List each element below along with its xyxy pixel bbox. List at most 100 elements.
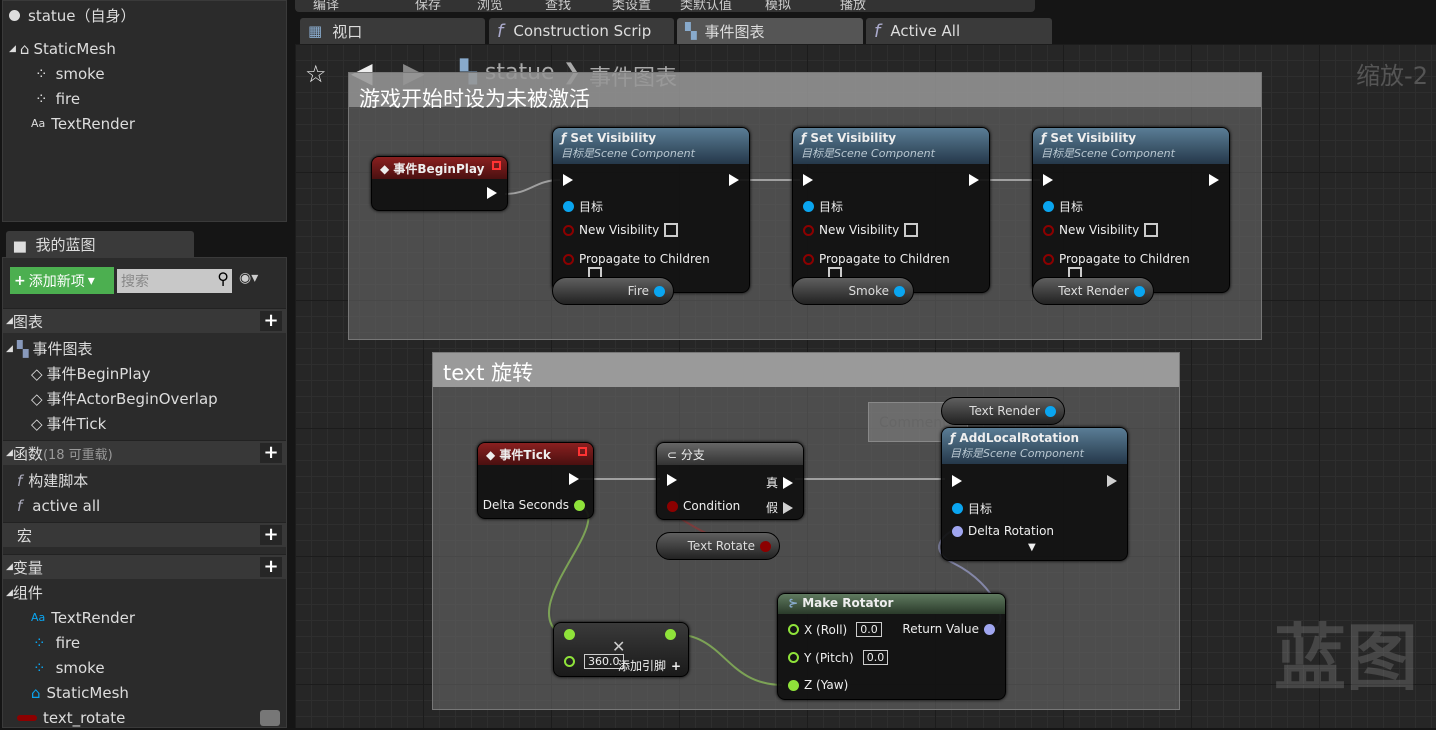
component-var-node[interactable]: Fire [552, 277, 674, 305]
y-pitch-pin[interactable]: Y (Pitch) 0.0 [788, 650, 889, 665]
add-function-button[interactable]: + [260, 443, 282, 463]
item-event[interactable]: ◇ 事件BeginPlay [3, 361, 286, 386]
component-root[interactable]: statue（自身） [3, 3, 286, 28]
y-pitch-input[interactable]: 0.0 [862, 650, 889, 665]
item-function[interactable]: f active all [3, 493, 286, 518]
delegate-pin[interactable] [492, 161, 501, 170]
add-macro-button[interactable]: + [260, 525, 282, 545]
variable-item[interactable]: ⁘ fire [3, 630, 286, 655]
set-visibility-node[interactable]: ƒ Set Visibility 目标是Scene Component 目标 Ne… [552, 127, 750, 293]
variable-item[interactable]: text_rotate [3, 705, 286, 730]
simulate-button[interactable]: 模拟 [765, 0, 791, 13]
make-rotator-node[interactable]: ⊱ Make Rotator X (Roll) 0.0 Y (Pitch) 0.0 … [777, 593, 1006, 700]
multiply-node[interactable]: 360.0 ✕ 添加引脚 + [553, 622, 689, 677]
class-defaults-button[interactable]: 类默认值 [680, 0, 732, 13]
class-settings-button[interactable]: 类设置 [612, 0, 651, 13]
tab-construction-script[interactable]: f Construction Scrip [489, 18, 674, 44]
x-roll-pin[interactable]: X (Roll) 0.0 [788, 622, 882, 637]
exec-out-pin[interactable] [487, 187, 497, 199]
text-rotate-var-node[interactable]: Text Rotate [656, 532, 780, 560]
exec-out-pin[interactable] [729, 174, 739, 186]
set-visibility-node[interactable]: ƒ Set Visibility 目标是Scene Component 目标 Ne… [792, 127, 990, 293]
item-event-graph[interactable]: ◢ ▚ 事件图表 [3, 336, 286, 361]
add-graph-button[interactable]: + [260, 311, 282, 331]
condition-pin[interactable]: Condition [667, 499, 740, 513]
add-variable-button[interactable]: + [260, 557, 282, 577]
exec-out-pin[interactable] [1107, 475, 1117, 487]
event-beginplay-node[interactable]: ◆ 事件BeginPlay [371, 156, 508, 211]
propagate-pin[interactable]: Propagate to Children [1043, 252, 1190, 266]
event-tick-node[interactable]: ◆ 事件Tick Delta Seconds [477, 442, 594, 519]
add-new-button[interactable]: + 添加新项 ▾ [10, 267, 114, 294]
exec-in-pin[interactable] [563, 174, 573, 186]
branch-node[interactable]: ⊂ 分支 真 Condition 假 [656, 442, 804, 520]
true-pin[interactable]: 真 [766, 474, 793, 491]
z-yaw-pin[interactable]: Z (Yaw) [788, 678, 848, 692]
tab-my-blueprint[interactable]: ▅ 我的蓝图 [6, 231, 194, 257]
add-local-rotation-node[interactable]: ƒ AddLocalRotation 目标是Scene Component 目标 … [941, 427, 1128, 561]
x-roll-input[interactable]: 0.0 [856, 622, 882, 637]
tab-event-graph[interactable]: ▚ 事件图表 [677, 18, 863, 44]
target-pin[interactable]: 目标 [952, 500, 992, 517]
variable-item[interactable]: ⌂ StaticMesh [3, 680, 286, 705]
browse-button[interactable]: 浏览 [477, 0, 503, 13]
delta-seconds-pin[interactable]: Delta Seconds [483, 498, 585, 512]
exec-in-pin[interactable] [1043, 174, 1053, 186]
component-fire[interactable]: ⁘ fire [3, 86, 286, 111]
exec-out-pin[interactable] [569, 473, 579, 485]
favorite-star-icon[interactable]: ☆ [305, 60, 327, 88]
component-textrender[interactable]: Aa TextRender [3, 111, 286, 136]
section-variables[interactable]: ◢ 变量 + [3, 554, 286, 579]
exec-in-pin[interactable] [952, 475, 962, 487]
exec-out-pin[interactable] [1209, 174, 1219, 186]
return-value-pin[interactable]: Return Value [902, 622, 995, 636]
new-visibility-pin[interactable]: New Visibility [1043, 223, 1159, 237]
section-graphs[interactable]: ◢ 图表 + [3, 308, 286, 333]
target-pin[interactable]: 目标 [803, 198, 843, 215]
section-macros[interactable]: 宏 + [3, 522, 286, 547]
component-var-node[interactable]: Text Render [1032, 277, 1154, 305]
dropdown-icon[interactable] [260, 709, 280, 726]
visibility-toggle[interactable]: ◉▾ [239, 270, 258, 286]
exec-out-pin[interactable] [969, 174, 979, 186]
component-staticmesh[interactable]: ◢ ⌂ StaticMesh [3, 36, 286, 61]
comment-title[interactable]: 游戏开始时设为未被激活 [349, 73, 1261, 111]
add-pin-button[interactable]: 添加引脚 + [618, 657, 681, 674]
text-render-var-node[interactable]: Text Render [941, 397, 1065, 425]
tab-active-all[interactable]: f Active All [866, 18, 1052, 44]
item-event[interactable]: ◇ 事件ActorBeginOverlap [3, 386, 286, 411]
variable-item[interactable]: Aa TextRender [3, 605, 286, 630]
new-visibility-pin[interactable]: New Visibility [803, 223, 919, 237]
item-event[interactable]: ◇ 事件Tick [3, 411, 286, 436]
component-smoke[interactable]: ⁘ smoke [3, 61, 286, 86]
graph-canvas[interactable]: ☆ ◀ ▶ ▚ statue ❯ 事件图表 缩放-2 蓝图 游戏开始时设为未被激… [295, 44, 1436, 728]
new-visibility-checkbox[interactable] [1144, 223, 1159, 237]
false-pin[interactable]: 假 [766, 499, 793, 516]
component-var-node[interactable]: Smoke [792, 277, 914, 305]
play-button[interactable]: 播放 [840, 0, 866, 13]
search-input[interactable]: 搜索 ⚲ [117, 269, 232, 293]
propagate-pin[interactable]: Propagate to Children [803, 252, 950, 266]
variable-item[interactable]: ⁘ smoke [3, 655, 286, 680]
set-visibility-node[interactable]: ƒ Set Visibility 目标是Scene Component 目标 Ne… [1032, 127, 1230, 293]
exec-in-pin[interactable] [667, 474, 677, 486]
exec-in-pin[interactable] [803, 174, 813, 186]
components-category[interactable]: ◢ 组件 [3, 580, 286, 605]
input-b-pin[interactable]: 360.0 [564, 654, 624, 669]
input-a-pin[interactable] [564, 629, 575, 640]
compile-button[interactable]: 编译 [313, 0, 339, 13]
delegate-pin[interactable] [578, 447, 587, 456]
tab-viewport[interactable]: ▦ 视口 [300, 18, 485, 44]
expand-arrow-icon[interactable]: ▼ [1028, 542, 1036, 553]
target-pin[interactable]: 目标 [563, 198, 603, 215]
section-functions[interactable]: ◢ 函数 (18 可重载) + [3, 440, 286, 465]
propagate-pin[interactable]: Propagate to Children [563, 252, 710, 266]
item-function[interactable]: f 构建脚本 [3, 468, 286, 493]
delta-rotation-pin[interactable]: Delta Rotation [952, 524, 1054, 538]
output-pin[interactable] [665, 629, 676, 640]
new-visibility-checkbox[interactable] [904, 223, 919, 237]
new-visibility-checkbox[interactable] [664, 223, 679, 237]
comment-title-bar[interactable]: text 旋转 [433, 353, 1179, 387]
new-visibility-pin[interactable]: New Visibility [563, 223, 679, 237]
save-button[interactable]: 保存 [415, 0, 441, 13]
